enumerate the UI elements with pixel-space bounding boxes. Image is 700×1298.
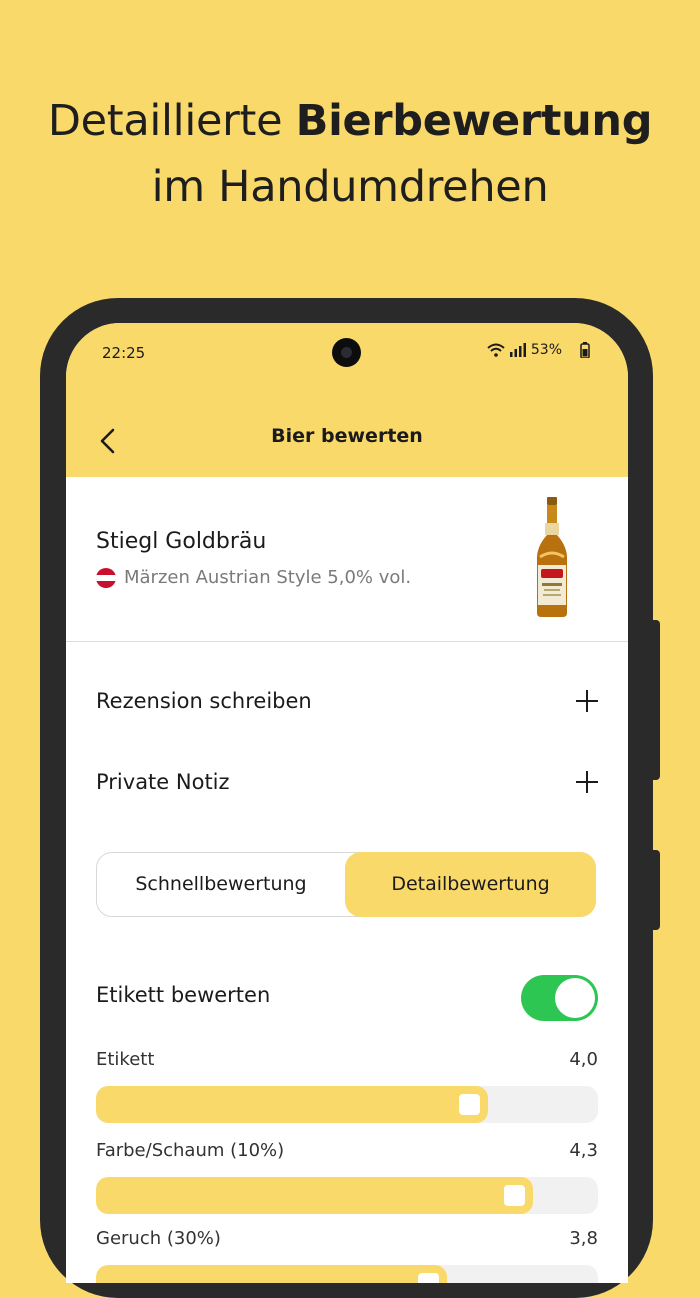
austria-flag-icon [96,567,116,588]
status-icons: 53% [487,342,590,358]
rating-value: 3,8 [569,1228,598,1249]
tab-detail-rating[interactable]: Detailbewertung [345,852,596,917]
rating-slider[interactable] [96,1086,598,1123]
add-note-icon[interactable] [576,771,598,793]
review-row[interactable]: Rezension schreiben [96,689,598,713]
front-camera [332,338,361,367]
beer-bottle-image [536,497,568,617]
toggle-knob [555,978,595,1018]
rating-slider[interactable] [96,1265,598,1283]
phone-power-button [652,850,660,930]
rating-slider-thumb[interactable] [456,1091,483,1118]
promo-line1-bold: Bierbewertung [295,96,653,146]
label-rating-toggle[interactable] [521,975,598,1021]
tab-quick-rating[interactable]: Schnellbewertung [97,853,345,916]
battery-icon [580,342,590,358]
promo-line2: im Handumdrehen [151,162,549,212]
add-review-icon[interactable] [576,690,598,712]
rating-slider-fill [96,1265,447,1283]
private-note-row[interactable]: Private Notiz [96,770,598,794]
rating-label: Farbe/Schaum (10%) [96,1140,285,1161]
review-label: Rezension schreiben [96,689,312,713]
promo-headline: Detaillierte Bierbewertung im Handumdreh… [0,88,700,220]
rating-label: Geruch (30%) [96,1228,221,1249]
status-time: 22:25 [102,344,146,362]
top-app-bar: 22:25 53% Bier bewerten [66,323,628,477]
rating-slider-fill [96,1086,488,1123]
rating-mode-tabs: Schnellbewertung Detailbewertung [96,852,596,917]
rating-label: Etikett [96,1049,155,1070]
app-screen: 22:25 53% Bier bewerten Stiegl Goldbräu … [66,323,628,1283]
rating-label-row: Geruch (30%) 3,8 [96,1228,598,1249]
rating-slider-thumb[interactable] [415,1270,442,1283]
rating-value: 4,3 [569,1140,598,1161]
label-rating-label: Etikett bewerten [96,983,271,1007]
phone-volume-button [652,620,660,780]
rating-value: 4,0 [569,1049,598,1070]
rating-slider-fill [96,1177,533,1214]
rating-slider[interactable] [96,1177,598,1214]
battery-percent: 53% [530,342,562,358]
private-note-label: Private Notiz [96,770,230,794]
rating-label-row: Etikett 4,0 [96,1049,598,1070]
page-title: Bier bewerten [271,425,423,447]
beer-style-text: Märzen Austrian Style 5,0% vol. [124,567,412,588]
wifi-icon [487,343,505,357]
rating-slider-thumb[interactable] [501,1182,528,1209]
rating-label-row: Farbe/Schaum (10%) 4,3 [96,1140,598,1161]
beer-card[interactable]: Stiegl Goldbräu Märzen Austrian Style 5,… [66,477,628,642]
beer-meta: Märzen Austrian Style 5,0% vol. [96,567,411,588]
signal-icon [509,343,526,357]
promo-line1-regular: Detaillierte [47,96,296,146]
beer-name: Stiegl Goldbräu [96,529,267,554]
